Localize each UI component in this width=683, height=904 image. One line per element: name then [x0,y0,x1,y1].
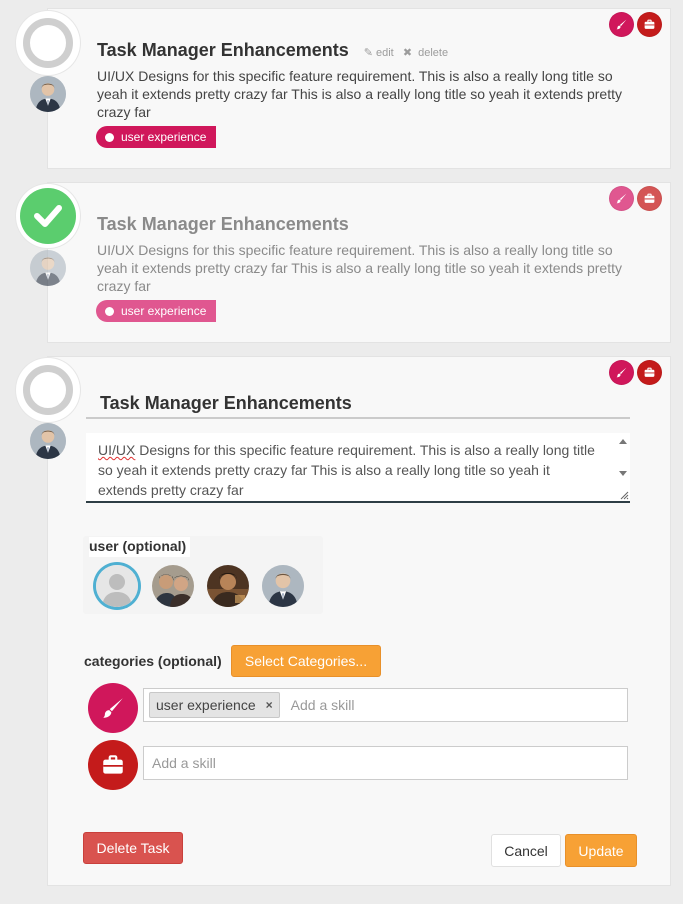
assignee-avatar [30,250,66,286]
user-label: user (optional) [89,537,191,557]
pencil-icon: ✎ [363,47,373,59]
delete-task-button[interactable]: Delete Task [83,832,183,864]
paintbrush-icon [609,12,634,37]
skill-input-design[interactable]: user experience × Add a skill [143,688,628,722]
paintbrush-icon [609,360,634,385]
user-option-avatar[interactable] [207,565,249,607]
update-button[interactable]: Update [565,834,637,867]
assignee-avatar [30,76,66,112]
categories-label: categories (optional) [84,653,222,669]
select-categories-button[interactable]: Select Categories... [231,645,381,677]
textarea-scrollbar[interactable] [616,433,630,499]
paintbrush-icon [609,186,634,211]
task-category-icons [609,360,662,385]
delete-task-link[interactable]: ✖ delete [400,47,448,59]
checkmark-icon [20,188,76,244]
user-option-avatar[interactable] [152,565,194,607]
briefcase-icon [637,186,662,211]
briefcase-icon [88,740,138,790]
category-tag: user experience [96,300,217,322]
task-description: UI/UX Designs for this specific feature … [97,242,622,294]
task-title: Task Manager Enhancements ✎ edit ✖ delete [97,40,449,60]
skill-chip: user experience × [149,692,280,718]
category-tag: user experience [96,126,217,148]
user-option-none[interactable] [96,565,138,607]
paintbrush-icon [88,683,138,733]
cancel-button[interactable]: Cancel [491,834,561,867]
task-status-toggle[interactable] [16,358,80,422]
task-description-textarea[interactable]: UI/UX Designs for this specific feature … [86,433,630,503]
task-title: Task Manager Enhancements [97,214,349,234]
scroll-down-icon[interactable] [619,471,627,476]
briefcase-icon [637,12,662,37]
edit-task-link[interactable]: ✎ edit [361,47,394,59]
user-option-avatar[interactable] [262,565,304,607]
assignee-avatar [30,423,66,459]
task-description: UI/UX Designs for this specific feature … [97,68,622,120]
task-title-input[interactable]: Task Manager Enhancements [86,385,630,419]
scroll-up-icon[interactable] [619,439,627,444]
skill-placeholder: Add a skill [290,697,355,713]
remove-chip-icon[interactable]: × [266,698,273,712]
task-category-icons [609,12,662,37]
skill-placeholder: Add a skill [152,755,216,771]
resize-handle-icon[interactable] [620,491,629,500]
briefcase-icon [637,360,662,385]
skill-input-business[interactable]: Add a skill [143,746,628,780]
x-icon: ✖ [402,47,413,59]
task-category-icons [609,186,662,211]
task-status-toggle[interactable] [16,184,80,248]
task-status-toggle[interactable] [16,11,80,75]
